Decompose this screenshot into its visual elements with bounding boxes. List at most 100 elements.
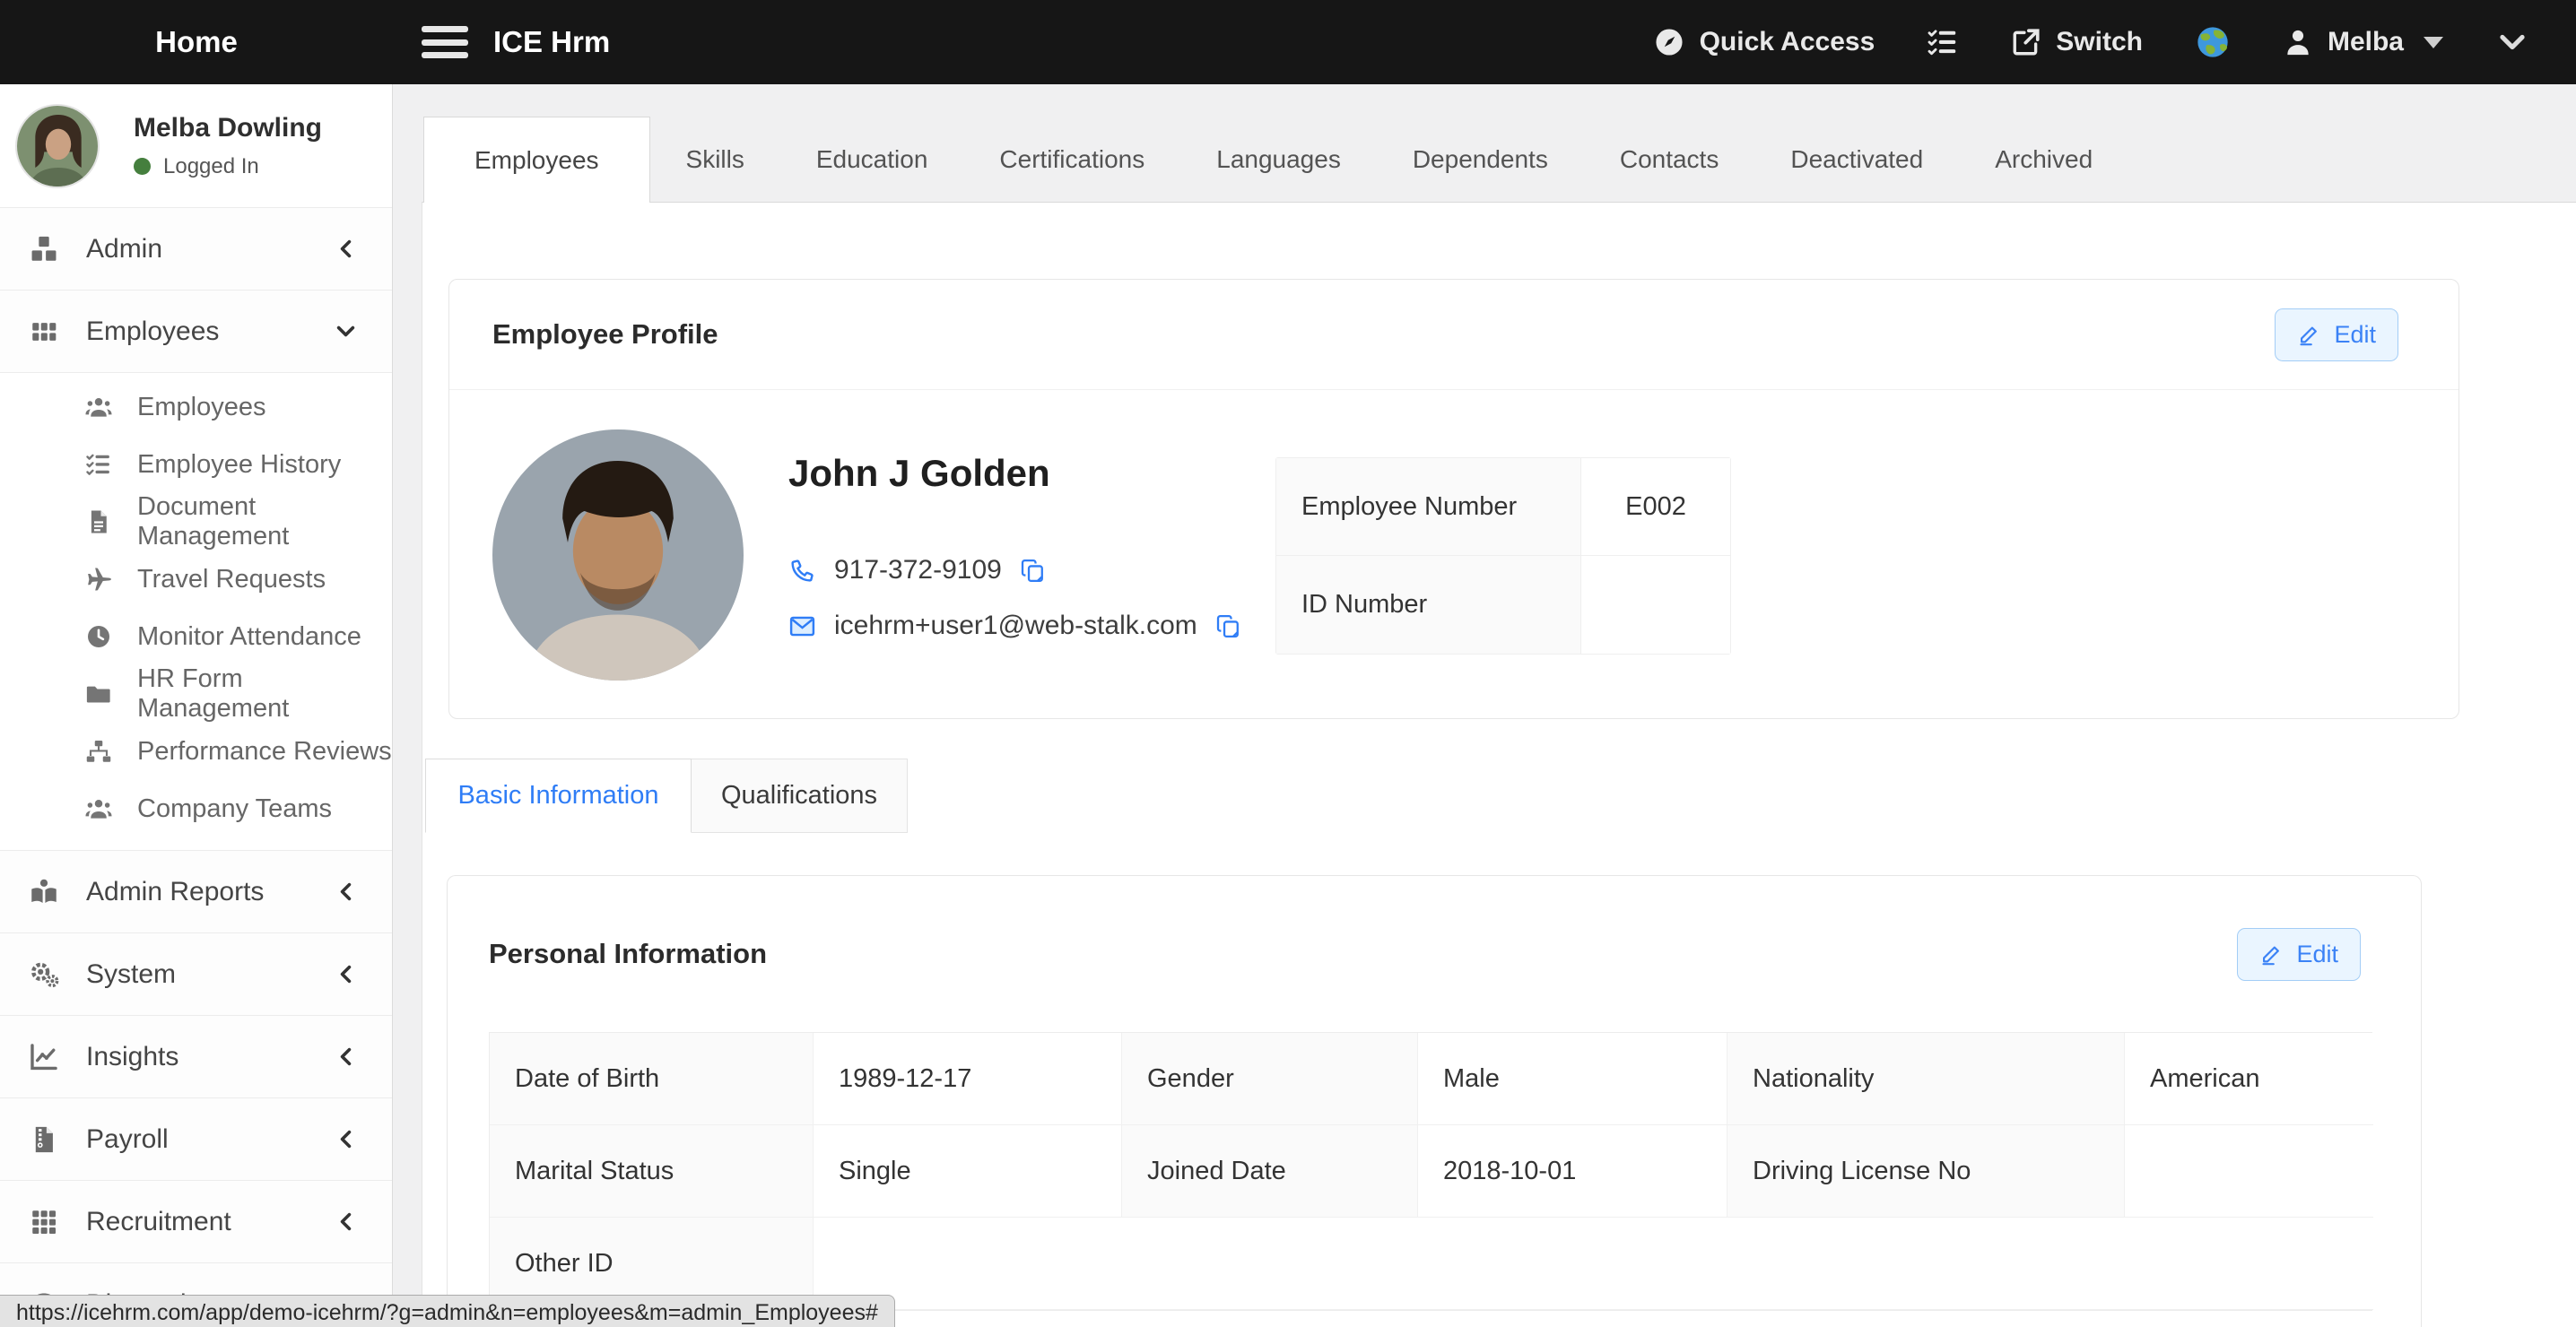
sidebar-item-label: Performance Reviews <box>137 737 392 767</box>
sidebar-item-employees[interactable]: Employees <box>0 378 392 436</box>
marital-status-value: Single <box>814 1125 1122 1218</box>
diagram-icon <box>85 738 112 765</box>
sidebar-item-label: Travel Requests <box>137 565 326 594</box>
sidebar-item-document-management[interactable]: Document Management <box>0 493 392 551</box>
globe-icon <box>2195 24 2231 60</box>
switch-icon <box>2011 27 2041 57</box>
chevron-left-icon <box>334 1127 358 1151</box>
sidebar-item-label: Employees <box>137 393 265 422</box>
logged-in-label: Logged In <box>163 154 259 179</box>
section-title: Employee Profile <box>492 318 718 351</box>
task-list-icon <box>85 451 112 478</box>
sidebar-item-performance-reviews[interactable]: Performance Reviews <box>0 723 392 780</box>
home-link[interactable]: Home <box>0 25 393 59</box>
clock-icon <box>85 623 112 650</box>
sidebar-item-company-teams[interactable]: Company Teams <box>0 780 392 837</box>
link-preview-statusbar: https://icehrm.com/app/demo-icehrm/?g=ad… <box>0 1295 895 1327</box>
tab-archived[interactable]: Archived <box>1959 117 2128 203</box>
sidebar-item-admin-reports[interactable]: Admin Reports <box>0 851 392 933</box>
gears-icon <box>29 959 59 990</box>
tab-dependents[interactable]: Dependents <box>1377 117 1584 203</box>
meta-label: Employee Number <box>1276 458 1581 556</box>
tab-education[interactable]: Education <box>780 117 964 203</box>
plane-icon <box>85 566 112 593</box>
sidebar-item-label: Recruitment <box>86 1207 231 1237</box>
sidebar-item-monitor-attendance[interactable]: Monitor Attendance <box>0 608 392 665</box>
sidebar-item-label: Monitor Attendance <box>137 622 361 652</box>
hamburger-menu-icon[interactable] <box>422 26 468 58</box>
id-number-value <box>1581 556 1730 654</box>
sidebar-user-card: Melba Dowling Logged In <box>0 84 392 208</box>
online-status-dot <box>134 158 151 175</box>
employee-profile-header: Employee Profile Edit <box>449 280 2459 390</box>
personal-information-header: Personal Information Edit <box>448 876 2421 1032</box>
sidebar-item-label: Document Management <box>137 492 392 551</box>
link-preview-url: https://icehrm.com/app/demo-icehrm/?g=ad… <box>16 1300 878 1326</box>
employee-meta-table: Employee Number E002 ID Number <box>1275 457 1731 655</box>
sidebar-item-label: System <box>86 959 176 990</box>
sidebar-item-system[interactable]: System <box>0 933 392 1016</box>
sidebar-item-hr-form-management[interactable]: HR Form Management <box>0 665 392 723</box>
employee-phone: 917-372-9109 <box>834 555 1002 585</box>
tab-contacts[interactable]: Contacts <box>1584 117 1755 203</box>
sidebar-item-employees-group[interactable]: Employees <box>0 291 392 373</box>
sidebar-item-label: Admin <box>86 234 162 265</box>
sidebar-item-admin[interactable]: Admin <box>0 208 392 291</box>
joined-date-value: 2018-10-01 <box>1418 1125 1727 1218</box>
sidebar-item-label: Admin Reports <box>86 877 264 907</box>
edit-personal-information-button[interactable]: Edit <box>2237 928 2361 981</box>
field-label: Joined Date <box>1122 1125 1418 1218</box>
edit-button-label: Edit <box>2296 941 2338 968</box>
tab-skills[interactable]: Skills <box>650 117 780 203</box>
employee-profile-card: Employee Profile Edit John J Golden 917-… <box>448 279 2459 719</box>
employee-number-value: E002 <box>1581 458 1730 556</box>
task-list-button[interactable] <box>1927 26 1959 58</box>
tab-certifications[interactable]: Certifications <box>963 117 1180 203</box>
driving-license-value <box>2125 1125 2373 1218</box>
edit-profile-button[interactable]: Edit <box>2275 308 2398 361</box>
users-icon <box>85 795 112 822</box>
sidebar-item-label: Employees <box>86 317 219 347</box>
collapse-topbar-button[interactable] <box>2495 25 2529 59</box>
sidebar-item-recruitment[interactable]: Recruitment <box>0 1181 392 1263</box>
sidebar-item-payroll[interactable]: Payroll <box>0 1098 392 1181</box>
employees-submenu: Employees Employee History Document Mana… <box>0 373 392 851</box>
archive-file-icon <box>29 1124 59 1155</box>
sidebar-item-label: Payroll <box>86 1124 169 1155</box>
caret-down-icon <box>2424 37 2443 48</box>
sidebar-item-label: Insights <box>86 1042 178 1072</box>
sidebar-item-travel-requests[interactable]: Travel Requests <box>0 551 392 608</box>
sidebar-item-employee-history[interactable]: Employee History <box>0 436 392 493</box>
language-globe-button[interactable] <box>2195 24 2231 60</box>
users-icon <box>85 394 112 421</box>
chevron-down-icon <box>2495 25 2529 59</box>
employee-photo <box>492 429 744 681</box>
sidebar-item-label: HR Form Management <box>137 664 392 724</box>
sidebar: Melba Dowling Logged In Admin Employees … <box>0 84 393 1327</box>
app-brand: ICE Hrm <box>493 25 610 59</box>
topbar-actions: Quick Access Switch Melba <box>1653 24 2576 60</box>
tab-basic-information[interactable]: Basic Information <box>425 759 692 833</box>
folder-icon <box>85 681 112 707</box>
field-label: Marital Status <box>490 1125 814 1218</box>
personal-information-card: Personal Information Edit Date of Birth … <box>447 875 2422 1327</box>
field-label: Gender <box>1122 1033 1418 1125</box>
switch-button[interactable]: Switch <box>2011 27 2143 57</box>
sidebar-item-label: Company Teams <box>137 794 332 824</box>
copy-icon[interactable] <box>1215 613 1241 639</box>
email-row: icehrm+user1@web-stalk.com <box>788 611 1241 641</box>
user-menu[interactable]: Melba <box>2283 27 2443 57</box>
sidebar-item-insights[interactable]: Insights <box>0 1016 392 1098</box>
employee-photo-image <box>492 429 744 681</box>
copy-icon[interactable] <box>1020 558 1046 584</box>
tab-languages[interactable]: Languages <box>1180 117 1377 203</box>
tab-qualifications[interactable]: Qualifications <box>692 759 908 833</box>
switch-label: Switch <box>2056 27 2143 57</box>
tab-employees[interactable]: Employees <box>423 117 650 203</box>
chevron-left-icon <box>334 1045 358 1069</box>
quick-access-button[interactable]: Quick Access <box>1653 26 1875 58</box>
meta-label: ID Number <box>1276 556 1581 654</box>
sidebar-user-name: Melba Dowling <box>134 113 322 143</box>
field-label: Nationality <box>1727 1033 2125 1125</box>
tab-deactivated[interactable]: Deactivated <box>1754 117 1959 203</box>
